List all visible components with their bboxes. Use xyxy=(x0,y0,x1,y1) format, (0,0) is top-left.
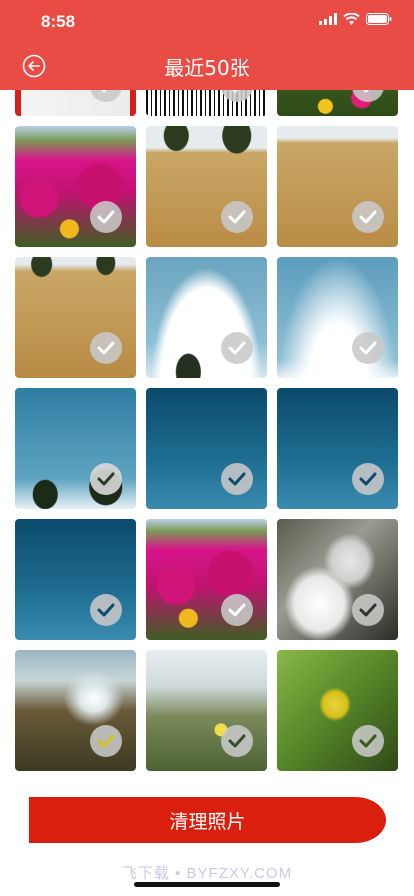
select-toggle[interactable] xyxy=(90,725,122,757)
checkmark-icon xyxy=(100,90,107,93)
photo-thumbnail[interactable] xyxy=(146,90,267,116)
checkmark-icon xyxy=(228,472,246,486)
signal-icon xyxy=(319,13,337,25)
select-toggle[interactable] xyxy=(221,90,253,102)
photo-thumbnail[interactable] xyxy=(277,519,398,640)
select-toggle[interactable] xyxy=(90,201,122,233)
checkmark-icon xyxy=(97,472,115,486)
checkmark-icon xyxy=(228,603,246,617)
photo-thumbnail[interactable] xyxy=(146,650,267,771)
select-toggle[interactable] xyxy=(221,725,253,757)
watermark: 飞下载 • BYFZXY.COM xyxy=(121,865,293,882)
select-toggle[interactable] xyxy=(352,332,384,364)
checkmark-icon xyxy=(231,90,238,93)
select-toggle[interactable] xyxy=(221,201,253,233)
photo-thumbnail[interactable] xyxy=(277,388,398,509)
select-toggle[interactable] xyxy=(221,463,253,495)
select-toggle[interactable] xyxy=(90,90,122,102)
clean-photos-button[interactable]: 清理照片 xyxy=(29,797,386,843)
page-title: 最近50张 xyxy=(164,56,250,80)
checkmark-icon xyxy=(97,603,115,617)
photo-thumbnail[interactable] xyxy=(15,257,136,378)
photo-thumbnail[interactable] xyxy=(277,126,398,247)
select-toggle[interactable] xyxy=(352,463,384,495)
home-indicator[interactable] xyxy=(134,882,280,887)
select-toggle[interactable] xyxy=(352,90,384,102)
checkmark-icon xyxy=(359,210,377,224)
photo-thumbnail[interactable] xyxy=(15,388,136,509)
checkmark-icon xyxy=(228,210,246,224)
photo-thumbnail[interactable] xyxy=(15,519,136,640)
status-time: 8:58 xyxy=(41,12,76,31)
photo-thumbnail[interactable] xyxy=(146,126,267,247)
checkmark-icon xyxy=(359,603,377,617)
checkmark-icon xyxy=(228,341,246,355)
select-toggle[interactable] xyxy=(352,594,384,626)
select-toggle[interactable] xyxy=(352,201,384,233)
photo-thumbnail[interactable] xyxy=(277,650,398,771)
select-toggle[interactable] xyxy=(90,594,122,626)
checkmark-icon xyxy=(362,90,369,93)
checkmark-icon xyxy=(97,210,115,224)
photo-thumbnail[interactable] xyxy=(146,519,267,640)
checkmark-icon xyxy=(97,341,115,355)
battery-icon xyxy=(366,13,392,25)
photo-grid xyxy=(0,90,414,780)
photo-thumbnail[interactable] xyxy=(15,90,136,116)
checkmark-icon xyxy=(97,734,115,748)
select-toggle[interactable] xyxy=(221,332,253,364)
photo-thumbnail[interactable] xyxy=(146,257,267,378)
top-bar: 8:58 最近50张 xyxy=(0,0,414,90)
photo-thumbnail[interactable] xyxy=(277,90,398,116)
checkmark-icon xyxy=(359,472,377,486)
checkmark-icon xyxy=(228,734,246,748)
select-toggle[interactable] xyxy=(90,332,122,364)
checkmark-icon xyxy=(359,341,377,355)
select-toggle[interactable] xyxy=(221,594,253,626)
checkmark-icon xyxy=(359,734,377,748)
photo-thumbnail[interactable] xyxy=(146,388,267,509)
select-toggle[interactable] xyxy=(352,725,384,757)
photo-thumbnail[interactable] xyxy=(15,650,136,771)
wifi-icon xyxy=(343,13,360,25)
photo-thumbnail[interactable] xyxy=(277,257,398,378)
status-icons xyxy=(319,13,392,25)
select-toggle[interactable] xyxy=(90,463,122,495)
photo-thumbnail[interactable] xyxy=(15,126,136,247)
